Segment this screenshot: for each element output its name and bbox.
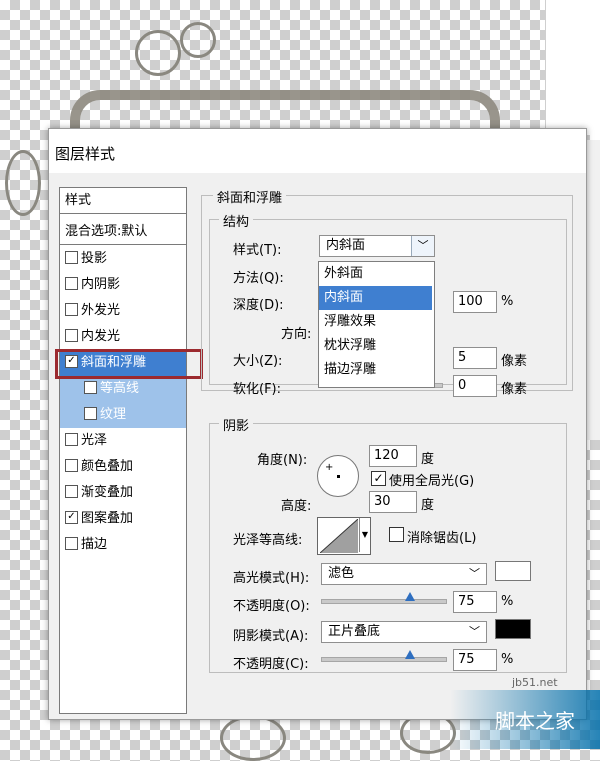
checkbox[interactable] — [84, 407, 97, 420]
shadow-color-swatch[interactable] — [495, 619, 531, 639]
altitude-unit: 度 — [421, 498, 435, 513]
style-item-satin[interactable]: 光泽 — [60, 428, 186, 454]
shadow-opacity-label: 不透明度(C): — [233, 657, 309, 672]
angle-unit: 度 — [421, 452, 435, 467]
checkbox[interactable] — [65, 251, 78, 264]
style-item-stroke[interactable]: 描边 — [60, 532, 186, 558]
style-item-drop-shadow[interactable]: 投影 — [60, 246, 186, 272]
checkbox[interactable] — [65, 459, 78, 472]
dropdown-option[interactable]: 外斜面 — [319, 262, 432, 286]
checkbox[interactable] — [65, 433, 78, 446]
highlight-opacity-label: 不透明度(O): — [233, 599, 310, 614]
dialog-title: 图层样式 — [55, 145, 116, 163]
slider-thumb[interactable] — [405, 592, 415, 601]
watermark-url: jb51.net — [512, 676, 558, 689]
watermark-logo: 脚本之家 — [495, 709, 575, 733]
dropdown-option-selected[interactable]: 内斜面 — [319, 286, 432, 310]
size-unit: 像素 — [501, 354, 528, 369]
style-dropdown-menu: 外斜面 内斜面 浮雕效果 枕状浮雕 描边浮雕 — [318, 261, 435, 388]
highlight-opacity-unit: % — [501, 594, 514, 609]
style-label: 样式(T): — [233, 243, 282, 258]
style-item-pattern-overlay[interactable]: ✓ 图案叠加 — [60, 506, 186, 532]
gloss-contour-picker[interactable]: ▼ — [317, 517, 371, 555]
contour-preview-icon — [320, 519, 358, 553]
method-label: 方法(Q): — [233, 271, 284, 286]
chevron-down-icon: ﹀ — [469, 567, 480, 580]
shading-title: 阴影 — [219, 415, 254, 434]
background-panel — [545, 0, 600, 135]
style-item-contour[interactable]: 等高线 — [60, 376, 186, 402]
highlight-opacity-slider[interactable] — [321, 599, 447, 604]
highlight-box — [55, 349, 203, 379]
angle-input[interactable]: 120 — [369, 445, 417, 467]
dropdown-option[interactable]: 枕状浮雕 — [319, 334, 432, 358]
shadow-opacity-unit: % — [501, 652, 514, 667]
global-light-label: 使用全局光(G) — [389, 474, 475, 489]
highlight-mode-label: 高光模式(H): — [233, 571, 310, 586]
antialias-checkbox[interactable] — [389, 527, 404, 542]
decorative-swirl — [220, 715, 286, 761]
depth-unit: % — [501, 294, 514, 309]
style-item-texture[interactable]: 纹理 — [60, 402, 186, 428]
shadow-mode-select[interactable]: 正片叠底 ﹀ — [321, 621, 487, 643]
chevron-down-icon: ▼ — [359, 518, 370, 552]
chevron-down-icon: ﹀ — [469, 625, 480, 638]
dropdown-option[interactable]: 浮雕效果 — [319, 310, 432, 334]
style-select[interactable]: 内斜面 ﹀ — [319, 235, 435, 257]
style-item-outer-glow[interactable]: 外发光 — [60, 298, 186, 324]
decorative-swirl — [180, 22, 216, 58]
checkbox[interactable] — [65, 537, 78, 550]
shadow-opacity-input[interactable]: 75 — [453, 649, 497, 671]
style-item-gradient-overlay[interactable]: 渐变叠加 — [60, 480, 186, 506]
angle-dial[interactable]: + — [317, 455, 359, 497]
bevel-section-title: 斜面和浮雕 — [213, 187, 287, 206]
checkbox[interactable] — [65, 277, 78, 290]
highlight-color-swatch[interactable] — [495, 561, 531, 581]
altitude-label: 高度: — [281, 499, 312, 514]
style-item-inner-shadow[interactable]: 内阴影 — [60, 272, 186, 298]
slider-thumb[interactable] — [405, 650, 415, 659]
style-item-inner-glow[interactable]: 内发光 — [60, 324, 186, 350]
blend-options-item[interactable]: 混合选项:默认 — [60, 219, 186, 245]
styles-header: 样式 — [60, 188, 186, 214]
decorative-swirl — [135, 30, 181, 76]
checkbox[interactable] — [65, 303, 78, 316]
antialias-label: 消除锯齿(L) — [407, 531, 477, 546]
gloss-contour-label: 光泽等高线: — [233, 533, 303, 548]
style-item-color-overlay[interactable]: 颜色叠加 — [60, 454, 186, 480]
angle-label: 角度(N): — [257, 453, 308, 468]
shadow-mode-label: 阴影模式(A): — [233, 629, 309, 644]
depth-input[interactable]: 100 — [453, 291, 497, 313]
decorative-swirl — [5, 150, 41, 216]
highlight-mode-select[interactable]: 滤色 ﹀ — [321, 563, 487, 585]
size-input[interactable]: 5 — [453, 347, 497, 369]
size-label: 大小(Z): — [233, 354, 283, 369]
shadow-opacity-slider[interactable] — [321, 657, 447, 662]
checkbox[interactable] — [65, 485, 78, 498]
checkbox[interactable] — [65, 329, 78, 342]
depth-label: 深度(D): — [233, 298, 284, 313]
direction-label: 方向: — [281, 327, 312, 342]
structure-title: 结构 — [219, 211, 254, 230]
soften-unit: 像素 — [501, 382, 528, 397]
dialog-titlebar — [49, 129, 586, 173]
chevron-down-icon: ﹀ — [411, 236, 434, 256]
checkbox-checked[interactable]: ✓ — [65, 511, 78, 524]
altitude-input[interactable]: 30 — [369, 491, 417, 513]
soften-input[interactable]: 0 — [453, 375, 497, 397]
highlight-opacity-input[interactable]: 75 — [453, 591, 497, 613]
global-light-checkbox[interactable]: ✓ — [371, 471, 386, 486]
dropdown-option[interactable]: 描边浮雕 — [319, 358, 432, 382]
dial-center — [337, 475, 340, 478]
layer-style-dialog: 图层样式 样式 混合选项:默认 投影 内阴影 外发光 内发光 ✓ 斜面和浮雕 等高… — [48, 128, 587, 720]
soften-label: 软化(F): — [233, 382, 282, 397]
styles-list: 样式 混合选项:默认 投影 内阴影 外发光 内发光 ✓ 斜面和浮雕 等高线 纹理 … — [59, 187, 187, 714]
crosshair-icon: + — [325, 462, 334, 473]
checkbox[interactable] — [84, 381, 97, 394]
